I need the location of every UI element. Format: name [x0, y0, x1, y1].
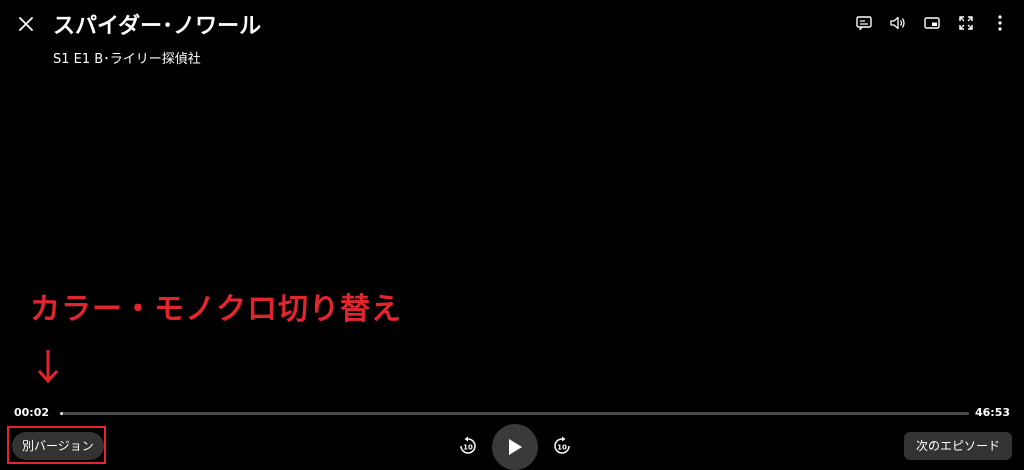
alternate-version-button[interactable]: 別バージョン: [12, 432, 104, 460]
forward-10-icon: 10: [554, 436, 570, 454]
progress-fill: [60, 412, 63, 415]
skip-back-label: 10: [463, 444, 473, 452]
fullscreen-icon: [959, 16, 973, 30]
play-button[interactable]: [492, 424, 538, 470]
volume-icon: [890, 16, 905, 30]
subtitles-icon: [856, 16, 872, 30]
annotation-label: カラー・モノクロ切り替え: [30, 292, 402, 327]
skip-back-button[interactable]: 10: [458, 436, 478, 456]
video-player[interactable]: スパイダー･ノワール S1 E1 B･ライリー探偵社 カラー・モノクロ切り替え …: [0, 0, 1024, 470]
volume-button[interactable]: [888, 13, 908, 33]
close-button[interactable]: [14, 12, 38, 36]
video-title: スパイダー･ノワール: [53, 14, 262, 39]
progress-bar[interactable]: [60, 412, 969, 415]
top-controls: [854, 13, 1010, 33]
subtitles-button[interactable]: [854, 13, 874, 33]
playback-controls: 10 10: [455, 424, 575, 470]
close-icon: [19, 17, 33, 31]
elapsed-time: 00:02: [14, 406, 50, 419]
more-options-icon: [998, 15, 1002, 31]
picture-in-picture-button[interactable]: [922, 13, 942, 33]
picture-in-picture-icon: [924, 17, 940, 29]
episode-title: S1 E1 B･ライリー探偵社: [53, 52, 201, 67]
next-episode-button[interactable]: 次のエピソード: [903, 432, 1012, 460]
rewind-10-icon: 10: [460, 436, 476, 454]
more-options-button[interactable]: [990, 13, 1010, 33]
arrow-down-icon: [37, 350, 59, 384]
skip-forward-button[interactable]: 10: [552, 436, 572, 456]
fullscreen-button[interactable]: [956, 13, 976, 33]
skip-forward-label: 10: [557, 444, 567, 452]
total-time: 46:53: [974, 406, 1010, 419]
play-icon: [509, 439, 522, 455]
